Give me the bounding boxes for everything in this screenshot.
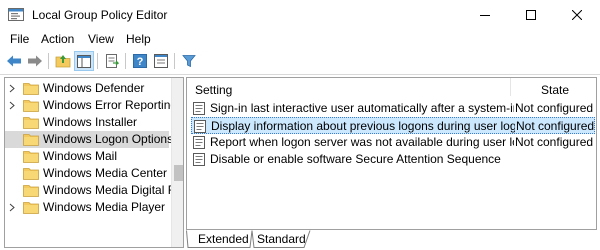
- policy-row[interactable]: Disable or enable software Secure Attent…: [191, 151, 595, 168]
- policy-setting-icon: [193, 102, 205, 115]
- policy-name: Report when logon server was not availab…: [210, 135, 514, 149]
- maximize-icon: [526, 10, 536, 20]
- tree-item[interactable]: Windows Defender: [5, 80, 169, 97]
- policy-state: Not configured: [515, 101, 594, 115]
- folder-icon: [23, 168, 39, 180]
- policy-settings-pane: Setting State Sign-in last interactive u…: [186, 77, 597, 230]
- back-arrow-icon: [7, 55, 21, 67]
- policy-row[interactable]: Display information about previous logon…: [191, 117, 595, 134]
- folder-icon: [23, 185, 39, 197]
- help-icon: ?: [133, 54, 147, 68]
- window-title: Local Group Policy Editor: [32, 8, 168, 22]
- tree-item[interactable]: Windows Media Center: [5, 165, 169, 182]
- policy-row[interactable]: Sign-in last interactive user automatica…: [191, 100, 595, 117]
- tree-item-label: Windows Mail: [43, 149, 118, 163]
- policy-name: Display information about previous logon…: [211, 119, 515, 133]
- menu-bar: File Action View Help: [0, 30, 600, 48]
- tree-item-label: Windows Error Reporting: [43, 98, 178, 112]
- close-icon: [572, 10, 582, 20]
- toolbar-separator: [48, 53, 49, 69]
- navigation-tree[interactable]: Windows Defender Windows Error Reporting W…: [4, 77, 184, 248]
- forward-button[interactable]: [25, 51, 45, 71]
- folder-icon: [23, 202, 39, 214]
- chevron-right-icon[interactable]: [8, 203, 16, 212]
- tree-item-label: Windows Installer: [43, 115, 138, 129]
- menu-help[interactable]: Help: [126, 32, 151, 46]
- tree-item[interactable]: Windows Installer: [5, 114, 169, 131]
- policy-setting-icon: [194, 120, 206, 133]
- filter-button[interactable]: [179, 51, 199, 71]
- show-hide-tree-icon: [77, 54, 91, 68]
- chevron-right-icon[interactable]: [8, 84, 16, 93]
- up-folder-icon: [55, 55, 71, 68]
- tree-item-label: Windows Media Center: [43, 166, 168, 180]
- policy-row[interactable]: Report when logon server was not availab…: [191, 134, 595, 151]
- maximize-button[interactable]: [508, 0, 554, 30]
- toolbar-separator: [125, 53, 126, 69]
- folder-icon: [23, 134, 39, 146]
- menu-action[interactable]: Action: [41, 32, 74, 46]
- properties-icon: [154, 54, 168, 68]
- folder-icon: [23, 151, 39, 163]
- folder-icon: [23, 100, 39, 112]
- tree-item-label: Windows Media Digital Rig: [43, 183, 184, 197]
- tree-scrollbar-thumb[interactable]: [174, 165, 183, 181]
- column-header-setting[interactable]: Setting: [195, 83, 232, 97]
- tree-item[interactable]: Windows Mail: [5, 148, 169, 165]
- tree-item-label: Windows Defender: [43, 81, 145, 95]
- toolbar-divider: [0, 74, 600, 75]
- tab-extended[interactable]: Extended: [188, 230, 252, 248]
- toolbar-separator: [174, 53, 175, 69]
- minimize-button[interactable]: [462, 0, 508, 30]
- show-hide-tree-button[interactable]: [74, 51, 94, 71]
- back-button[interactable]: [4, 51, 24, 71]
- properties-button[interactable]: [151, 51, 171, 71]
- policy-name: Sign-in last interactive user automatica…: [210, 101, 514, 115]
- tree-item-label: Windows Media Player: [43, 200, 166, 214]
- view-tabs: Extended Standard: [186, 230, 597, 248]
- forward-arrow-icon: [28, 55, 42, 67]
- folder-icon: [23, 117, 39, 129]
- svg-text:?: ?: [137, 56, 144, 68]
- group-policy-app-icon: [8, 7, 24, 21]
- toolbar-separator: [97, 53, 98, 69]
- policy-setting-icon: [193, 153, 205, 166]
- close-button[interactable]: [554, 0, 600, 30]
- help-button[interactable]: ?: [130, 51, 150, 71]
- policy-name: Disable or enable software Secure Attent…: [210, 152, 501, 166]
- tree-item[interactable]: Windows Error Reporting: [5, 97, 177, 114]
- menu-view[interactable]: View: [88, 32, 114, 46]
- column-header-state[interactable]: State: [541, 83, 569, 97]
- toolbar: ?: [0, 49, 600, 73]
- title-bar: Local Group Policy Editor: [0, 0, 600, 30]
- tree-item[interactable]: Windows Media Player: [5, 199, 169, 216]
- tree-vertical-scrollbar[interactable]: [171, 78, 183, 247]
- policy-setting-icon: [193, 136, 205, 149]
- export-list-icon: [106, 54, 119, 68]
- export-list-button[interactable]: [102, 51, 122, 71]
- folder-icon: [23, 83, 39, 95]
- tree-item-label: Windows Logon Options: [43, 132, 174, 146]
- policy-state: Not configured: [515, 135, 594, 149]
- tab-standard[interactable]: Standard: [252, 230, 310, 248]
- up-one-level-button[interactable]: [53, 51, 73, 71]
- filter-icon: [182, 55, 196, 68]
- column-divider[interactable]: [510, 78, 511, 96]
- policy-state: Not configured: [516, 119, 595, 133]
- chevron-right-icon[interactable]: [8, 101, 16, 110]
- menu-file[interactable]: File: [10, 32, 29, 46]
- tree-item[interactable]: Windows Media Digital Rig: [5, 182, 183, 199]
- tree-item[interactable]: Windows Logon Options: [5, 131, 173, 148]
- minimize-icon: [480, 15, 490, 16]
